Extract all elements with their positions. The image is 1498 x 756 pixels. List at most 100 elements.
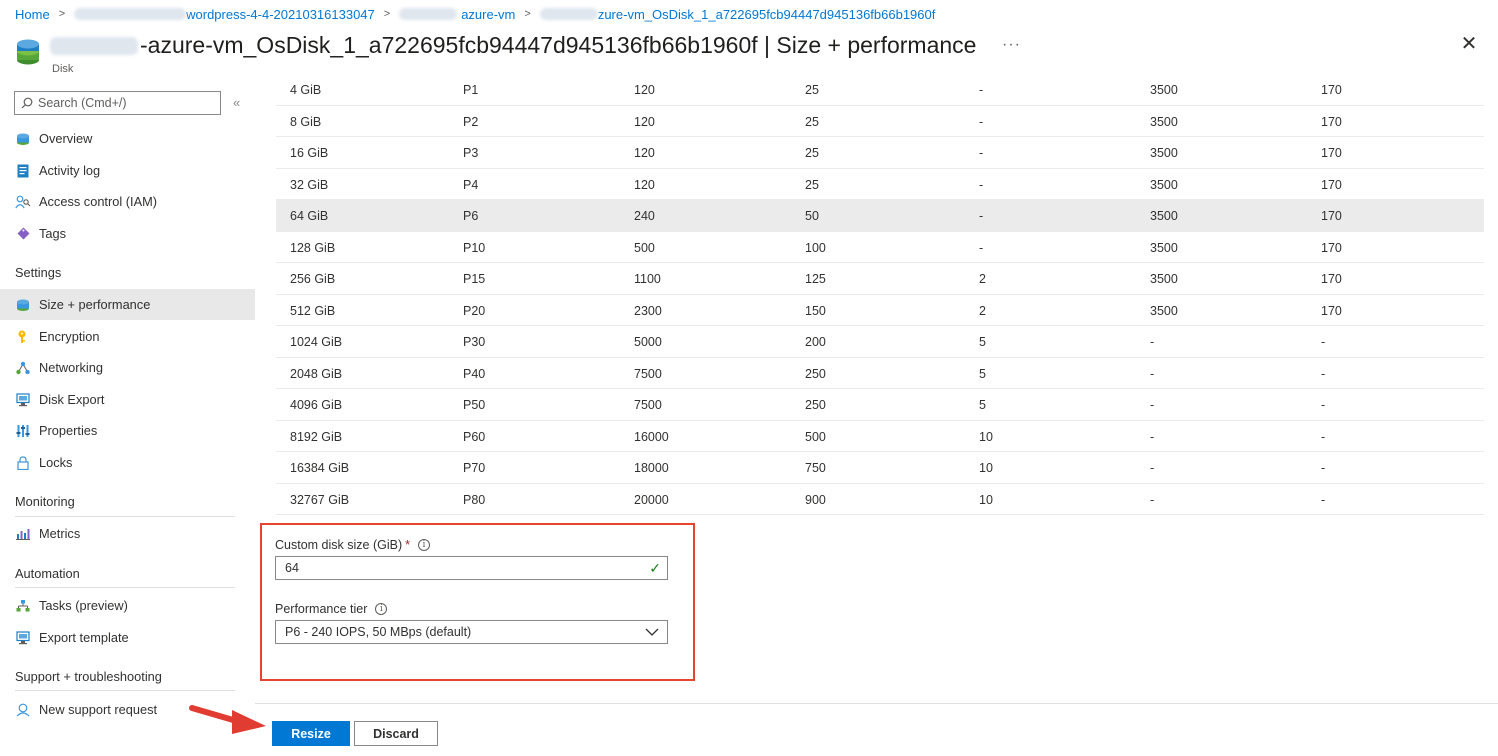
cell-size: 16 GiB [290,146,329,160]
cell-max-burst-throughput: 170 [1321,83,1342,97]
sidebar-item-locks[interactable]: Locks [0,447,255,478]
table-row[interactable]: 16 GiB P3 120 25 - 3500 170 [276,137,1484,169]
cell-burst-iops: 5 [979,335,986,349]
cell-max-burst-iops: 3500 [1150,114,1178,129]
cell-throughput: 25 [805,177,819,192]
breadcrumb-home[interactable]: Home [15,7,50,22]
resize-button[interactable]: Resize [272,721,350,746]
sidebar-item-properties[interactable]: Properties [0,415,255,446]
cell-tier: P60 [463,429,486,444]
cell-iops: 5000 [634,335,662,349]
sidebar-item-metrics[interactable]: Metrics [0,518,255,549]
table-row[interactable]: 2048 GiB P40 7500 250 5 - - [276,358,1484,389]
divider [15,516,235,517]
breadcrumb-resource-group[interactable]: wordpress-4-4-20210316133047 [186,7,375,22]
cell-max-burst-throughput: 170 [1321,209,1342,223]
cell-max-burst-iops: - [1150,429,1155,444]
table-row[interactable]: 512 GiB P20 2300 150 2 3500 170 [276,295,1484,326]
sidebar-item-activity-log[interactable]: Activity log [0,155,255,186]
table-row[interactable]: 8192 GiB P60 16000 500 10 - - [276,421,1484,452]
table-row[interactable]: 16384 GiB P70 18000 750 10 - - [276,452,1484,484]
table-row[interactable]: 8 GiB P2 120 25 - 3500 170 [276,106,1484,137]
breadcrumb-vm[interactable]: azure-vm [461,7,515,22]
sidebar-item-encryption[interactable]: Encryption [0,321,255,352]
chevron-right-icon: > [58,8,66,20]
performance-tier-select[interactable]: P6 - 240 IOPS, 50 MBps (default) [275,620,668,644]
sidebar-item-tags[interactable]: Tags [0,218,255,249]
cell-iops: 120 [634,83,655,97]
breadcrumb-disk[interactable]: zure-vm_OsDisk_1_a722695fcb94447d945136f… [598,7,936,22]
search-input[interactable]: Search (Cmd+/) [14,91,221,115]
table-row[interactable]: 128 GiB P10 500 100 - 3500 170 [276,232,1484,263]
sidebar-item-label: Access control (IAM) [39,194,158,209]
cell-burst-iops: 10 [979,461,993,475]
cell-max-burst-throughput: - [1321,429,1326,444]
cell-iops: 240 [634,209,655,223]
cell-max-burst-throughput: 170 [1321,303,1342,318]
cell-tier: P3 [463,146,479,160]
cell-throughput: 100 [805,240,826,255]
redacted-text [50,36,138,55]
collapse-sidebar-button[interactable]: « [233,95,240,110]
sidebar-item-label: Tags [39,226,67,241]
close-button[interactable]: ✕ [1459,34,1479,54]
custom-size-value: 64 [285,561,299,575]
cell-max-burst-iops: - [1150,461,1155,475]
section-settings: Settings [15,265,62,280]
more-options-button[interactable]: ··· [1002,36,1021,54]
cell-max-burst-iops: 3500 [1150,83,1178,97]
sidebar-item-networking[interactable]: Networking [0,352,255,383]
custom-size-input[interactable]: 64 ✓ [275,556,668,580]
disk-icon [15,297,31,313]
cell-iops: 20000 [634,492,669,507]
resource-type: Disk [52,63,74,75]
table-row[interactable]: 32 GiB P4 120 25 - 3500 170 [276,169,1484,200]
sidebar-item-size-performance[interactable]: Size + performance [0,289,255,320]
custom-size-label: Custom disk size (GiB) * i [275,538,430,552]
support-icon [15,702,31,718]
cell-tier: P4 [463,177,479,192]
cell-max-burst-iops: - [1150,366,1155,381]
redacted-text [74,8,187,20]
table-row[interactable]: 256 GiB P15 1100 125 2 3500 170 [276,263,1484,295]
table-row[interactable]: 1024 GiB P30 5000 200 5 - - [276,326,1484,358]
sidebar-item-label: Disk Export [39,392,105,407]
cell-max-burst-throughput: 170 [1321,177,1342,192]
sidebar-item-disk-export[interactable]: Disk Export [0,384,255,415]
cell-iops: 120 [634,146,655,160]
table-row[interactable]: 4 GiB P1 120 25 - 3500 170 [276,74,1484,106]
cell-iops: 7500 [634,366,662,381]
section-monitoring: Monitoring [15,494,75,509]
info-icon[interactable]: i [375,603,388,615]
properties-icon [15,423,31,439]
sidebar-item-access-control[interactable]: Access control (IAM) [0,186,255,217]
cell-max-burst-throughput: - [1321,461,1326,475]
cell-max-burst-iops: 3500 [1150,209,1178,223]
sidebar-item-tasks[interactable]: Tasks (preview) [0,590,255,621]
table-row[interactable]: 64 GiB P6 240 50 - 3500 170 [276,200,1484,232]
discard-button[interactable]: Discard [354,721,438,746]
cell-size: 4 GiB [290,83,322,97]
cell-burst-iops: 2 [979,303,986,318]
tasks-icon [15,598,31,614]
cell-iops: 120 [634,177,655,192]
sidebar-item-label: Locks [39,455,73,470]
table-row[interactable]: 32767 GiB P80 20000 900 10 - - [276,484,1484,515]
arrow-pointer-icon [189,705,266,734]
sidebar-item-export-template[interactable]: Export template [0,622,255,653]
info-icon[interactable]: i [417,539,430,551]
custom-size-label-text: Custom disk size (GiB) [275,538,403,552]
cell-max-burst-throughput: - [1321,492,1326,507]
cell-size: 32 GiB [290,177,329,192]
sidebar-item-overview[interactable]: Overview [0,123,255,154]
checkmark-icon: ✓ [649,560,661,576]
performance-tier-label-text: Performance tier [275,602,368,616]
search-icon [21,97,33,109]
cell-size: 1024 GiB [290,335,343,349]
redacted-text [539,8,598,20]
cell-size: 128 GiB [290,240,336,255]
table-row[interactable]: 4096 GiB P50 7500 250 5 - - [276,389,1484,421]
cell-size: 64 GiB [290,209,329,223]
cell-max-burst-throughput: 170 [1321,240,1342,255]
cell-iops: 7500 [634,398,662,412]
